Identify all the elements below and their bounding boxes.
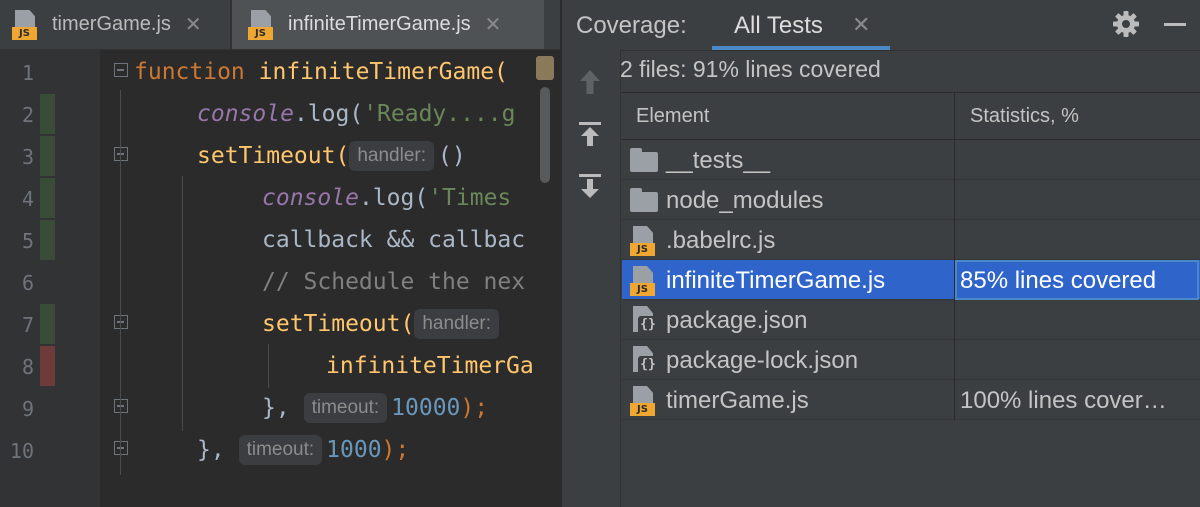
coverage-mark-covered[interactable] xyxy=(40,178,55,218)
coverage-mark-covered[interactable] xyxy=(40,136,55,176)
indent-guide xyxy=(268,344,269,388)
run-up-icon[interactable] xyxy=(576,66,604,100)
table-row[interactable]: {} package-lock.json xyxy=(622,340,1200,380)
close-icon[interactable]: ✕ xyxy=(485,12,502,37)
fold-icon[interactable] xyxy=(114,63,128,77)
json-file-icon: {} xyxy=(630,306,660,336)
parameter-hint: handler: xyxy=(414,309,499,339)
column-divider xyxy=(954,140,955,420)
js-file-icon: JS xyxy=(630,266,660,296)
editor-tab-bar: JS timerGame.js ✕ JS infiniteTimerGame.j… xyxy=(0,0,560,50)
code-line-3[interactable]: setTimeout(handler:() xyxy=(197,135,466,177)
coverage-table: Element Statistics, % __tests__ node_mod… xyxy=(622,92,1200,507)
row-name: node_modules xyxy=(666,187,824,214)
json-file-icon: {} xyxy=(630,346,660,376)
fold-icon[interactable] xyxy=(114,147,128,161)
tab-label: infiniteTimerGame.js xyxy=(288,13,471,35)
js-file-icon: JS xyxy=(630,226,660,256)
folder-icon xyxy=(630,188,658,212)
code-line-10[interactable]: }, timeout: 1000); xyxy=(197,429,409,471)
line-number: 8 xyxy=(21,355,34,379)
coverage-mark-covered[interactable] xyxy=(40,304,55,344)
folder-icon xyxy=(630,148,658,172)
coverage-mark-uncovered[interactable] xyxy=(40,346,55,386)
line-number: 7 xyxy=(21,313,34,337)
code-line-1[interactable]: function infiniteTimerGame( xyxy=(134,51,508,93)
export-icon[interactable] xyxy=(576,118,604,152)
row-name: package-lock.json xyxy=(666,347,859,374)
code-line-9[interactable]: }, timeout: 10000); xyxy=(262,387,488,429)
js-file-icon: JS xyxy=(12,9,42,40)
code-line-4[interactable]: console.log('Times xyxy=(262,177,511,219)
panel-title: Coverage: xyxy=(576,12,687,39)
line-number: 9 xyxy=(21,397,34,421)
table-row[interactable]: {} package.json xyxy=(622,300,1200,340)
column-divider[interactable] xyxy=(954,93,955,139)
line-gutter: 1 2 3 4 5 6 7 8 9 10 xyxy=(0,50,100,507)
code-line-5[interactable]: callback && callbac xyxy=(262,219,525,261)
coverage-panel: Coverage: All Tests ✕ 2 files: 91% lines… xyxy=(560,0,1200,507)
fold-icon[interactable] xyxy=(114,441,128,455)
table-row[interactable]: JS timerGame.js 100% lines cover… xyxy=(622,380,1200,420)
table-row[interactable]: node_modules xyxy=(622,180,1200,220)
row-name: package.json xyxy=(666,307,808,334)
column-header-statistics[interactable]: Statistics, % xyxy=(970,105,1079,128)
code-line-8[interactable]: infiniteTimerGa xyxy=(326,345,534,387)
row-name: timerGame.js xyxy=(666,387,809,414)
table-row[interactable]: __tests__ xyxy=(622,140,1200,180)
coverage-toolbar xyxy=(562,50,621,507)
line-number: 6 xyxy=(21,271,34,295)
tab-label: timerGame.js xyxy=(52,13,171,35)
editor-scrollbar[interactable] xyxy=(540,87,550,183)
row-name: __tests__ xyxy=(666,147,771,174)
coverage-summary: 2 files: 91% lines covered xyxy=(620,56,881,82)
import-icon[interactable] xyxy=(576,170,604,204)
indent-guide xyxy=(182,176,183,431)
close-icon[interactable]: ✕ xyxy=(185,12,202,37)
minimize-icon[interactable] xyxy=(1164,23,1186,26)
line-number: 3 xyxy=(21,145,34,169)
column-header-element[interactable]: Element xyxy=(636,105,709,128)
line-number: 10 xyxy=(9,439,34,463)
js-file-icon: JS xyxy=(630,386,660,416)
js-file-icon: JS xyxy=(248,9,278,40)
gear-icon[interactable] xyxy=(1110,8,1142,40)
row-stat: 85% lines covered xyxy=(960,267,1157,294)
indent-guide xyxy=(120,90,121,475)
line-number: 5 xyxy=(21,229,34,253)
code-editor: JS timerGame.js ✕ JS infiniteTimerGame.j… xyxy=(0,0,560,507)
code-line-7[interactable]: setTimeout(handler: xyxy=(262,303,503,345)
parameter-hint: timeout: xyxy=(303,393,388,423)
table-row-selected[interactable]: JS infiniteTimerGame.js 85% lines covere… xyxy=(622,260,1200,300)
tab-label: All Tests xyxy=(734,12,823,39)
editor-marker xyxy=(536,56,554,80)
fold-icon[interactable] xyxy=(114,399,128,413)
tab-infinitetimergame[interactable]: JS infiniteTimerGame.js ✕ xyxy=(232,0,544,49)
active-tab-indicator xyxy=(712,46,890,50)
parameter-hint: handler: xyxy=(349,141,434,171)
row-stat: 100% lines cover… xyxy=(960,387,1167,414)
fold-icon[interactable] xyxy=(114,315,128,329)
close-icon[interactable]: ✕ xyxy=(852,12,870,38)
row-name: .babelrc.js xyxy=(666,227,776,254)
code-line-6[interactable]: // Schedule the nex xyxy=(262,261,525,303)
table-row[interactable]: JS .babelrc.js xyxy=(622,220,1200,260)
code-line-2[interactable]: console.log('Ready....g xyxy=(197,93,516,135)
table-header: Element Statistics, % xyxy=(622,92,1200,140)
coverage-mark-covered[interactable] xyxy=(40,94,55,134)
row-name: infiniteTimerGame.js xyxy=(666,267,886,294)
tab-timergame[interactable]: JS timerGame.js ✕ xyxy=(0,0,230,49)
line-number: 2 xyxy=(21,103,34,127)
coverage-header: Coverage: All Tests ✕ xyxy=(562,0,1200,51)
tab-all-tests[interactable]: All Tests ✕ xyxy=(712,0,890,50)
coverage-mark-covered[interactable] xyxy=(40,220,55,260)
line-number: 4 xyxy=(21,187,34,211)
line-number: 1 xyxy=(21,61,34,85)
parameter-hint: timeout: xyxy=(238,435,323,465)
